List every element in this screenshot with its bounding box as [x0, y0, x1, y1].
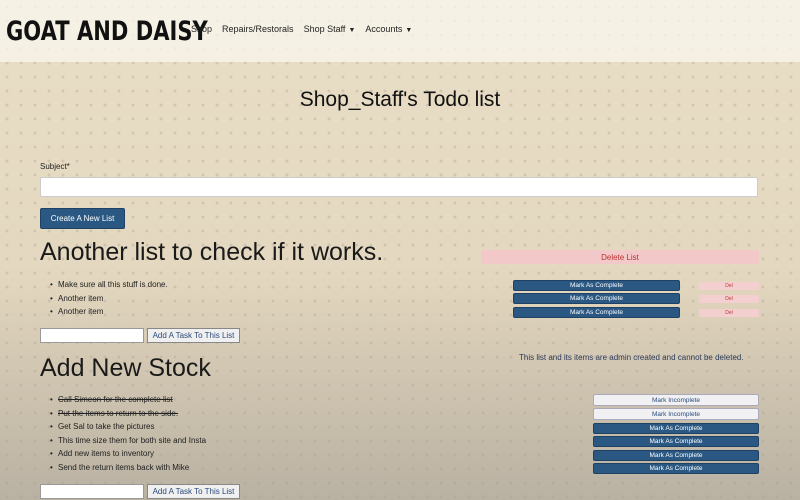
list-item: Another item [50, 305, 168, 319]
list-title: Another list to check if it works. [40, 238, 384, 266]
subject-label: Subject* [40, 162, 70, 171]
nav-accounts-dropdown[interactable]: Accounts ▼ [365, 24, 412, 34]
nav-shop-staff-dropdown[interactable]: Shop Staff ▼ [304, 24, 356, 34]
list-item: Get Sal to take the pictures [50, 420, 206, 434]
mark-complete-button[interactable]: Mark As Complete [593, 450, 759, 461]
list-item: Call Simeon for the complete list [50, 393, 206, 407]
caret-down-icon: ▼ [405, 27, 413, 34]
task-list: Call Simeon for the complete list Put th… [50, 393, 206, 474]
new-task-input[interactable] [40, 328, 144, 343]
mark-complete-button[interactable]: Mark As Complete [513, 293, 680, 304]
list-item: Send the return items back with Mike [50, 461, 206, 475]
mark-incomplete-button[interactable]: Mark Incomplete [593, 394, 759, 406]
delete-task-button[interactable]: Del [699, 309, 759, 317]
mark-incomplete-button[interactable]: Mark Incomplete [593, 408, 759, 420]
mark-complete-button[interactable]: Mark As Complete [593, 463, 759, 474]
nav-shop[interactable]: Shop [191, 24, 212, 34]
mark-complete-button[interactable]: Mark As Complete [513, 307, 680, 318]
list-item: Make sure all this stuff is done. [50, 278, 168, 292]
nav-accounts-label: Accounts [365, 24, 403, 34]
mark-complete-button[interactable]: Mark As Complete [593, 423, 759, 434]
list-item: Add new items to inventory [50, 447, 206, 461]
delete-task-button[interactable]: Del [699, 295, 759, 303]
mark-complete-button[interactable]: Mark As Complete [513, 280, 680, 291]
delete-task-button[interactable]: Del [699, 282, 759, 290]
mark-complete-button[interactable]: Mark As Complete [593, 436, 759, 447]
list-item: Put the items to return to the side. [50, 407, 206, 421]
admin-note: This list and its items are admin create… [519, 353, 744, 362]
task-list: Make sure all this stuff is done. Anothe… [50, 278, 168, 319]
add-task-button[interactable]: Add A Task To This List [147, 484, 240, 499]
caret-down-icon: ▼ [348, 27, 356, 34]
nav-repairs[interactable]: Repairs/Restorals [222, 24, 294, 34]
new-task-input[interactable] [40, 484, 144, 499]
list-title: Add New Stock [40, 354, 211, 382]
page-title: Shop_Staff's Todo list [299, 88, 501, 111]
delete-list-button[interactable]: Delete List [481, 250, 759, 264]
create-list-button[interactable]: Create A New List [40, 208, 125, 229]
subject-input[interactable] [40, 177, 758, 197]
list-item: Another item [50, 292, 168, 306]
list-item: This time size them for both site and In… [50, 434, 206, 448]
add-task-button[interactable]: Add A Task To This List [147, 328, 240, 343]
nav-shop-staff-label: Shop Staff [303, 24, 346, 34]
brand-logo[interactable]: GOAT AND DAISY [6, 16, 208, 47]
nav-links: Shop Repairs/Restorals Shop Staff ▼ Accou… [191, 24, 412, 34]
